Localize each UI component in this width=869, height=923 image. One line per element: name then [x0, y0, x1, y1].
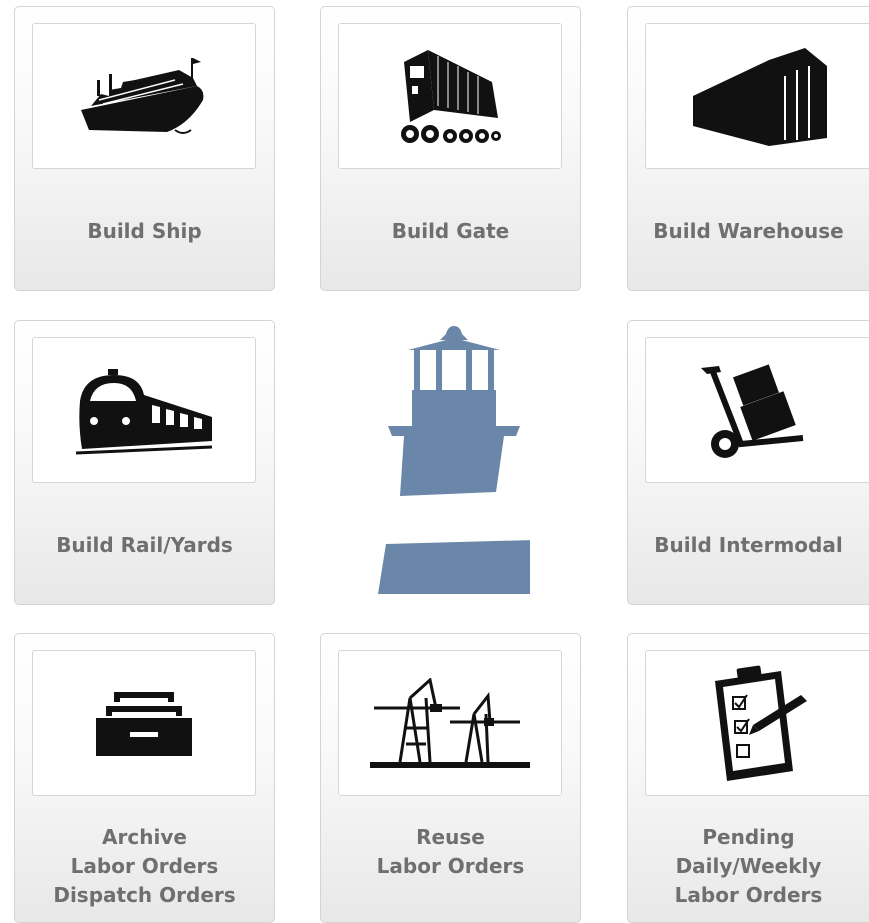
lighthouse-logo [378, 326, 530, 596]
archive-label-line-3: Dispatch Orders [53, 883, 236, 907]
pending-label-line-2: Daily/Weekly [675, 854, 822, 878]
ship-thumbnail [32, 23, 256, 169]
train-icon [75, 369, 213, 455]
build-rail-label: Build Rail/Yards [56, 532, 233, 557]
build-ship-tile[interactable]: Build Ship [14, 6, 275, 291]
port-cranes-icon [370, 678, 530, 768]
file-drawer-icon [96, 692, 192, 756]
pending-thumbnail [645, 650, 869, 796]
reuse-label-line-2: Labor Orders [376, 854, 525, 878]
hand-truck-icon [700, 364, 803, 458]
archive-orders-tile[interactable]: Archive Labor Orders Dispatch Orders [14, 633, 275, 923]
reuse-thumbnail [338, 650, 562, 796]
gate-thumbnail [338, 23, 562, 169]
clipboard-checklist-icon [714, 665, 807, 781]
pending-orders-tile[interactable]: Pending Daily/Weekly Labor Orders [627, 633, 869, 923]
build-gate-tile[interactable]: Build Gate [320, 6, 581, 291]
ship-icon [81, 58, 204, 134]
archive-label-line-2: Labor Orders [70, 854, 219, 878]
build-intermodal-label: Build Intermodal [654, 532, 843, 557]
build-warehouse-label: Build Warehouse [653, 218, 844, 243]
warehouse-thumbnail [645, 23, 869, 169]
warehouse-icon [692, 48, 827, 146]
reuse-orders-tile[interactable]: Reuse Labor Orders [320, 633, 581, 923]
build-rail-tile[interactable]: Build Rail/Yards [14, 320, 275, 605]
build-gate-label: Build Gate [391, 218, 510, 243]
reuse-label-line-1: Reuse [416, 825, 485, 849]
archive-thumbnail [32, 650, 256, 796]
archive-label-line-1: Archive [102, 825, 187, 849]
rail-thumbnail [32, 337, 256, 483]
intermodal-thumbnail [645, 337, 869, 483]
build-ship-label: Build Ship [87, 218, 202, 243]
truck-icon [401, 50, 501, 143]
pending-label-line-3: Labor Orders [674, 883, 823, 907]
build-intermodal-tile[interactable]: Build Intermodal [627, 320, 869, 605]
build-warehouse-tile[interactable]: Build Warehouse [627, 6, 869, 291]
pending-label-line-1: Pending [702, 825, 795, 849]
